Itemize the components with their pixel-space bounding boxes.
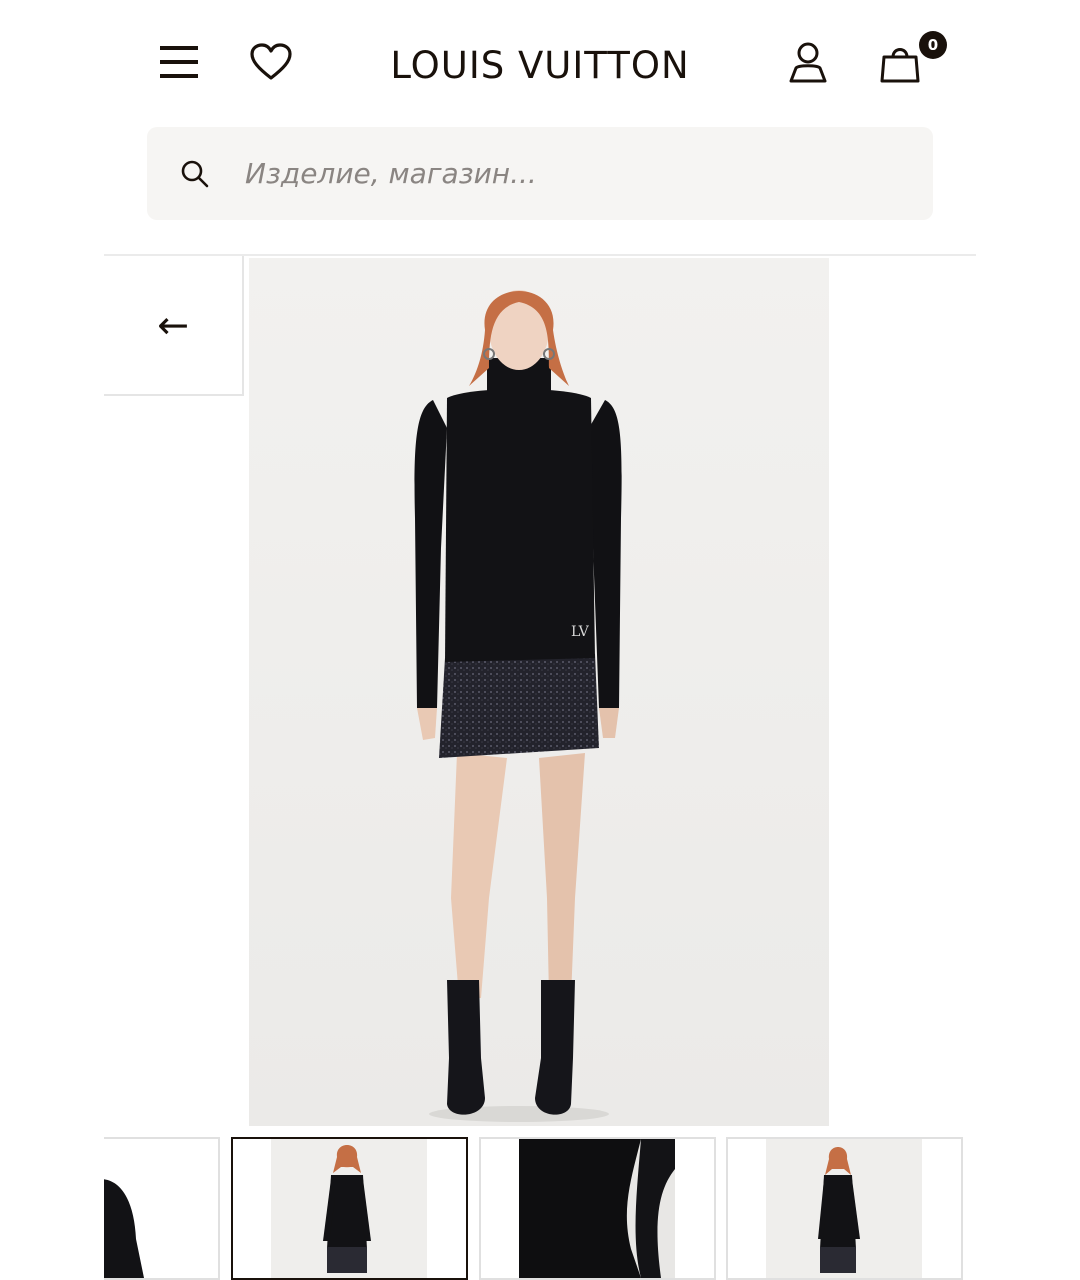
svg-text:LV: LV xyxy=(571,624,590,640)
thumbnail-strip xyxy=(104,1137,976,1280)
thumbnail-3[interactable] xyxy=(479,1137,716,1280)
thumbnail-1[interactable] xyxy=(104,1137,220,1280)
arrow-left-icon: ← xyxy=(157,303,189,347)
user-icon[interactable] xyxy=(786,40,830,84)
search-bar[interactable] xyxy=(147,127,933,220)
search-icon xyxy=(147,159,243,189)
brand-logo[interactable]: LOUIS VUITTON xyxy=(104,44,976,87)
thumbnail-2[interactable] xyxy=(231,1137,468,1280)
cart-count-badge: 0 xyxy=(919,31,947,59)
back-button[interactable]: ← xyxy=(104,256,244,396)
product-main-image[interactable]: LV xyxy=(249,258,829,1126)
product-page: LOUIS VUITTON 0 ← xyxy=(104,0,976,1280)
search-input[interactable] xyxy=(243,142,933,205)
shopping-bag-icon[interactable] xyxy=(878,40,922,84)
thumbnail-4[interactable] xyxy=(726,1137,963,1280)
